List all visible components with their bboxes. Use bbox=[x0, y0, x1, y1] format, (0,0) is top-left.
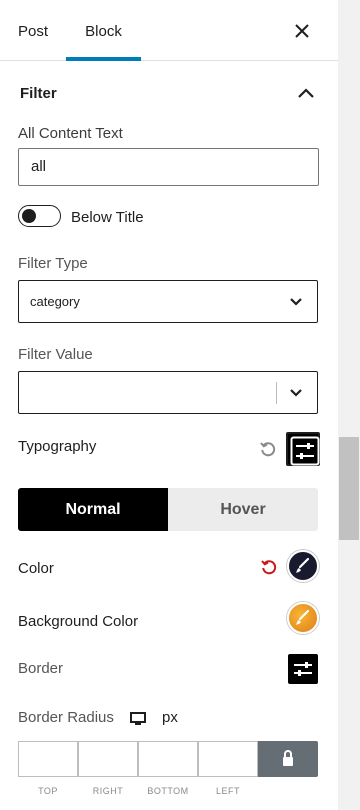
tab-block-label: Block bbox=[85, 23, 122, 40]
all-content-text-label: All Content Text bbox=[18, 125, 123, 142]
color-label: Color bbox=[18, 560, 54, 577]
border-radius-inputs bbox=[18, 741, 318, 777]
filter-type-label: Filter Type bbox=[18, 255, 88, 272]
tab-normal[interactable]: Normal bbox=[18, 488, 168, 531]
border-radius-label: Border Radius bbox=[18, 709, 114, 726]
border-label: Border bbox=[18, 660, 64, 677]
active-tab-indicator bbox=[66, 57, 141, 61]
select-separator bbox=[276, 382, 277, 404]
reset-icon[interactable] bbox=[260, 558, 278, 576]
background-color-swatch[interactable] bbox=[287, 602, 319, 634]
panel-title: Filter bbox=[20, 85, 57, 102]
chevron-down-icon bbox=[290, 389, 302, 397]
below-title-toggle[interactable] bbox=[18, 205, 61, 227]
sliders-icon bbox=[294, 662, 312, 676]
desktop-icon[interactable] bbox=[130, 712, 146, 726]
filter-value-label: Filter Value bbox=[18, 346, 93, 363]
chevron-down-icon bbox=[290, 298, 302, 306]
radius-top-input[interactable] bbox=[18, 741, 78, 777]
tab-hover[interactable]: Hover bbox=[168, 488, 318, 531]
lock-icon bbox=[283, 750, 293, 766]
scrollbar-thumb[interactable] bbox=[339, 437, 359, 540]
radius-top-label: TOP bbox=[38, 786, 58, 796]
tab-post[interactable]: Post bbox=[18, 0, 48, 61]
filter-type-select[interactable]: category bbox=[18, 280, 318, 323]
chevron-up-icon[interactable] bbox=[295, 84, 317, 102]
radius-left-label: LEFT bbox=[215, 786, 240, 796]
radius-bottom-input[interactable] bbox=[138, 741, 198, 777]
brush-icon bbox=[296, 609, 310, 625]
sliders-icon bbox=[290, 436, 320, 466]
filter-panel-header[interactable]: Filter bbox=[0, 70, 338, 117]
radius-bottom-label: BOTTOM bbox=[147, 786, 189, 796]
below-title-label: Below Title bbox=[71, 209, 144, 226]
brush-icon bbox=[296, 557, 310, 573]
border-settings-button[interactable] bbox=[288, 654, 318, 684]
typography-settings-button[interactable] bbox=[286, 432, 320, 466]
filter-type-value: category bbox=[30, 294, 80, 309]
close-icon[interactable] bbox=[291, 20, 313, 42]
typography-label: Typography bbox=[18, 438, 97, 455]
radius-right-label: RIGHT bbox=[92, 786, 124, 796]
filter-value-select[interactable] bbox=[18, 371, 318, 414]
background-color-label: Background Color bbox=[18, 613, 139, 630]
reset-icon[interactable] bbox=[259, 440, 277, 458]
scrollbar-track[interactable] bbox=[338, 0, 360, 810]
tab-block[interactable]: Block bbox=[66, 0, 141, 61]
all-content-text-input[interactable]: all bbox=[18, 148, 319, 186]
color-swatch[interactable] bbox=[287, 550, 319, 582]
toggle-knob bbox=[22, 209, 36, 223]
sidebar-tabs: Post Block bbox=[0, 0, 338, 61]
unit-selector[interactable]: px bbox=[162, 709, 178, 726]
radius-left-input[interactable] bbox=[198, 741, 258, 777]
link-values-button[interactable] bbox=[258, 741, 318, 777]
radius-right-input[interactable] bbox=[78, 741, 138, 777]
